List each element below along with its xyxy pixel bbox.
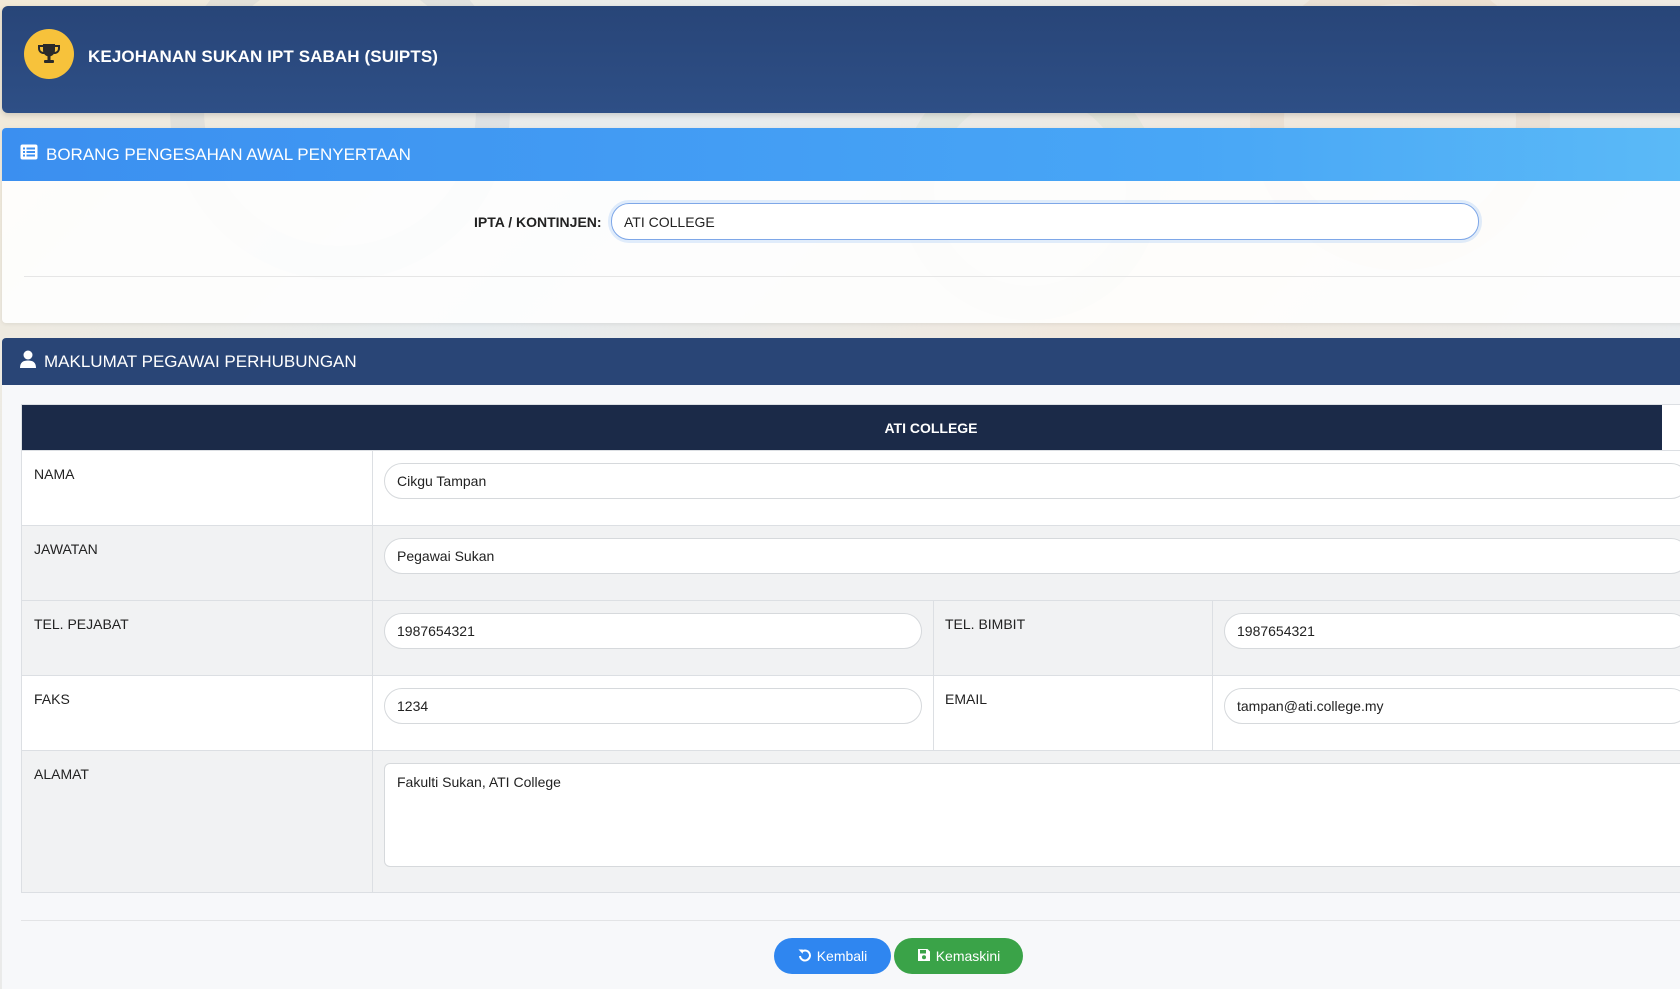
table-row-alamat: ALAMAT Fakulti Sukan, ATI College	[22, 750, 1680, 892]
table-row-faks-email: FAKS EMAIL	[22, 675, 1680, 750]
tel-bimbit-input[interactable]	[1224, 613, 1680, 649]
app-title: KEJOHANAN SUKAN IPT SABAH (SUIPTS)	[88, 47, 439, 66]
back-button[interactable]: Kembali	[774, 938, 891, 974]
table-title: ATI COLLEGE	[22, 405, 1662, 450]
jawatan-input[interactable]	[384, 538, 1680, 574]
back-button-label: Kembali	[816, 948, 868, 964]
alamat-textarea[interactable]: Fakulti Sukan, ATI College	[384, 763, 1680, 867]
nama-input[interactable]	[384, 463, 1680, 499]
registration-form-card: BORANG PENGESAHAN AWAL PENYERTAAN IPTA /…	[2, 128, 1680, 323]
trophy-icon	[24, 29, 74, 79]
table-row-telefon: TEL. PEJABAT TEL. BIMBIT	[22, 600, 1680, 675]
list-icon	[20, 144, 38, 165]
nama-label: NAMA	[22, 451, 373, 525]
faks-input[interactable]	[384, 688, 922, 724]
app-header: KEJOHANAN SUKAN IPT SABAH (SUIPTS)	[2, 6, 1680, 113]
faks-label: FAKS	[22, 676, 373, 750]
tel-pejabat-input[interactable]	[384, 613, 922, 649]
floppy-disk-icon	[917, 948, 931, 965]
email-label: EMAIL	[933, 676, 1213, 750]
kontinjen-input[interactable]	[611, 203, 1479, 240]
table-row-nama: NAMA	[22, 450, 1680, 525]
registration-form-title: BORANG PENGESAHAN AWAL PENYERTAAN	[46, 144, 411, 164]
divider	[21, 920, 1680, 921]
tel-bimbit-label: TEL. BIMBIT	[933, 601, 1213, 675]
tel-pejabat-label: TEL. PEJABAT	[22, 601, 373, 675]
contact-officer-title: MAKLUMAT PEGAWAI PERHUBUNGAN	[44, 351, 357, 371]
registration-form-header: BORANG PENGESAHAN AWAL PENYERTAAN	[2, 128, 1680, 181]
update-button[interactable]: Kemaskini	[894, 938, 1023, 974]
contact-table: ATI COLLEGE NAMA JAWATAN TEL. PEJABAT TE…	[21, 404, 1680, 893]
contact-officer-card: MAKLUMAT PEGAWAI PERHUBUNGAN ATI COLLEGE…	[2, 338, 1680, 989]
kontinjen-label: IPTA / KONTINJEN:	[474, 214, 602, 230]
user-icon	[20, 350, 36, 373]
update-button-label: Kemaskini	[935, 948, 1001, 964]
divider	[24, 276, 1680, 277]
jawatan-label: JAWATAN	[22, 526, 373, 600]
undo-icon	[798, 948, 812, 965]
alamat-label: ALAMAT	[22, 751, 373, 892]
table-row-jawatan: JAWATAN	[22, 525, 1680, 600]
contact-officer-header: MAKLUMAT PEGAWAI PERHUBUNGAN	[2, 338, 1680, 385]
email-input[interactable]	[1224, 688, 1680, 724]
